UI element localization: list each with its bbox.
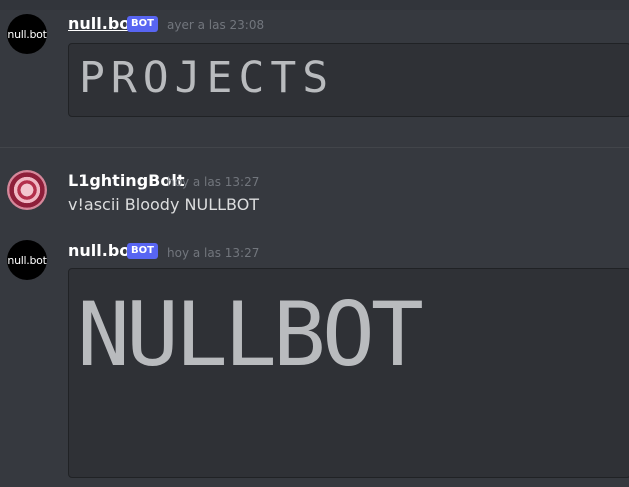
message-text: v!ascii Bloody NULLBOT [68, 195, 260, 214]
code-block: NULLBOT [68, 268, 629, 478]
bot-tag: BOT [127, 16, 158, 32]
timestamp: hoy a las 13:27 [167, 246, 260, 260]
avatar[interactable]: null.bot [7, 240, 47, 280]
timestamp: hoy a las 13:27 [167, 175, 260, 189]
avatar[interactable]: null.bot [7, 14, 47, 54]
date-divider [0, 147, 629, 148]
timestamp: ayer a las 23:08 [167, 18, 265, 32]
avatar-label: null.bot [7, 253, 47, 267]
ascii-art: PROJECTS [79, 53, 335, 103]
bot-tag: BOT [127, 243, 158, 259]
avatar[interactable] [7, 170, 47, 210]
code-block: PROJECTS [68, 43, 629, 117]
ascii-art: NULLBOT [77, 283, 424, 386]
avatar-label: null.bot [7, 27, 47, 41]
top-strip [0, 0, 629, 10]
